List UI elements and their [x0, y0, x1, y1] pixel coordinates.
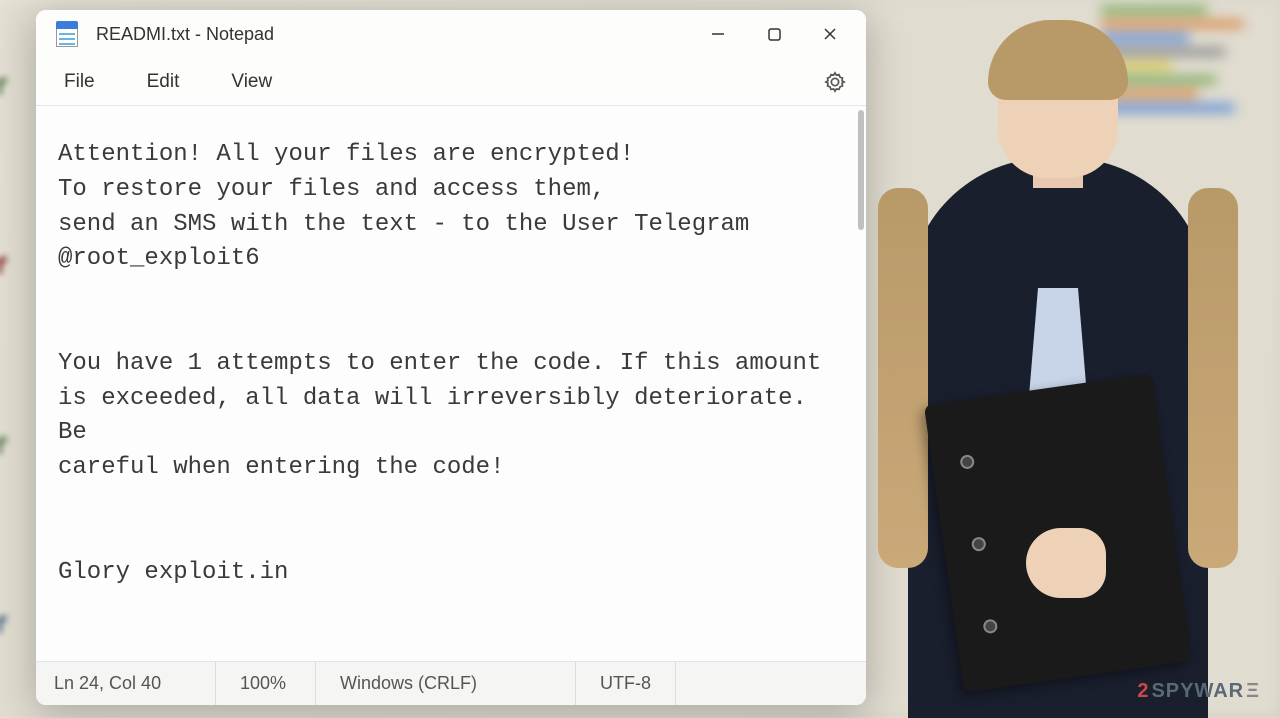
minimize-icon	[711, 27, 725, 41]
status-encoding: UTF-8	[576, 662, 676, 705]
editor-area[interactable]: Attention! All your files are encrypted!…	[36, 106, 866, 661]
minimize-button[interactable]	[690, 14, 746, 54]
menu-file[interactable]: File	[56, 65, 103, 99]
close-icon	[823, 27, 837, 41]
menubar: File Edit View	[36, 58, 866, 106]
close-button[interactable]	[802, 14, 858, 54]
notepad-app-icon	[56, 21, 78, 47]
settings-button[interactable]	[824, 71, 846, 93]
background-code-left: if if if if	[0, 0, 40, 717]
notepad-window: READMI.txt - Notepad File Edit View Atte…	[36, 10, 866, 705]
status-eol: Windows (CRLF)	[316, 662, 576, 705]
person-illustration	[878, 28, 1238, 718]
menu-view[interactable]: View	[223, 65, 280, 99]
window-title: READMI.txt - Notepad	[96, 24, 690, 45]
gear-icon	[824, 71, 846, 93]
watermark-number: 2	[1137, 680, 1149, 703]
statusbar: Ln 24, Col 40 100% Windows (CRLF) UTF-8	[36, 661, 866, 705]
watermark-arrow-icon: Ξ	[1246, 680, 1260, 703]
editor-text[interactable]: Attention! All your files are encrypted!…	[36, 106, 866, 661]
window-controls	[690, 14, 858, 54]
status-position: Ln 24, Col 40	[36, 662, 216, 705]
scrollbar-thumb[interactable]	[858, 110, 864, 230]
watermark-text: SPYWAR	[1151, 680, 1244, 703]
titlebar[interactable]: READMI.txt - Notepad	[36, 10, 866, 58]
watermark: 2SPYWARΞ	[1137, 680, 1260, 703]
status-zoom[interactable]: 100%	[216, 662, 316, 705]
maximize-button[interactable]	[746, 14, 802, 54]
maximize-icon	[768, 28, 781, 41]
scrollbar[interactable]	[850, 106, 866, 661]
menu-edit[interactable]: Edit	[139, 65, 188, 99]
